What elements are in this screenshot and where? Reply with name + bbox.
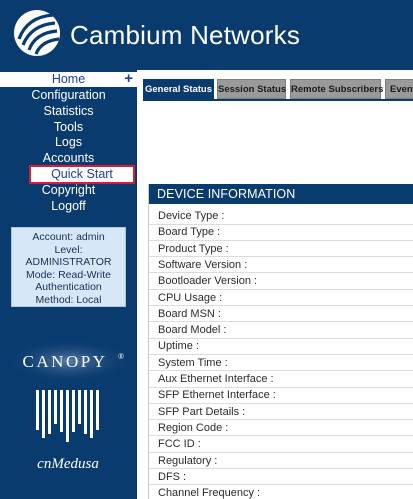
device-info-row: Regulatory : <box>149 453 413 469</box>
device-info-row: FCC ID : <box>149 436 413 453</box>
device-info-row: Product Type : <box>149 241 413 258</box>
canopy-logo: CANOPY ® <box>5 339 133 383</box>
device-info-row: DFS : <box>149 469 413 486</box>
top-banner: Cambium Networks <box>0 0 413 70</box>
sidebar-item-statistics[interactable]: Statistics <box>0 104 137 119</box>
account-level: ADMINISTRATOR <box>25 256 112 268</box>
canopy-wordmark: CANOPY <box>23 352 108 371</box>
sidebar-item-logs[interactable]: Logs <box>0 135 137 150</box>
device-info-row: CPU Usage : <box>149 290 413 306</box>
sidebar-item-configuration[interactable]: Configuration <box>0 88 137 103</box>
device-info-row: Aux Ethernet Interface : <box>149 371 413 388</box>
tab-general-status[interactable]: General Status <box>143 79 214 99</box>
device-info-row: Software Version : <box>149 257 413 274</box>
account-method: Method: Local <box>35 293 102 306</box>
tab-event[interactable]: Event <box>385 79 413 99</box>
cnmedusa-logo: cnMedusa <box>36 390 99 472</box>
device-info-row: Board Model : <box>149 322 413 339</box>
device-information-header: DEVICE INFORMATION <box>149 184 413 204</box>
device-info-row: Board Type : <box>149 224 413 241</box>
sidebar-item-accounts[interactable]: Accounts <box>0 151 137 166</box>
tab-remote-subscribers[interactable]: Remote Subscribers <box>290 79 383 99</box>
canopy-registered-mark: ® <box>118 352 124 361</box>
device-info-row: Region Code : <box>149 420 413 437</box>
sidebar-item-tools[interactable]: Tools <box>0 120 137 135</box>
device-info-row: SFP Part Details : <box>149 404 413 421</box>
cambium-wave-logo-icon <box>14 10 60 56</box>
tab-underline <box>143 99 413 101</box>
device-information-panel: DEVICE INFORMATION Device Type : Board Ty… <box>148 184 413 499</box>
account-auth-label: Authentication <box>35 281 102 293</box>
device-info-row: Board MSN : <box>149 306 413 323</box>
cnmedusa-bars-icon <box>36 390 99 442</box>
sidebar-nav: Home + Configuration Statistics Tools Lo… <box>0 70 137 499</box>
device-info-row: SFP Ethernet Interface : <box>149 387 413 404</box>
device-info-row: Bootloader Version : <box>149 273 413 290</box>
tab-session-status[interactable]: Session Status <box>217 79 286 99</box>
device-info-row: Channel Frequency : <box>149 485 413 499</box>
device-info-row: Uptime : <box>149 338 413 355</box>
device-info-row: Device Type : <box>149 208 413 225</box>
device-info-row: System Time : <box>149 355 413 372</box>
sidebar-item-label: Home <box>51 72 86 86</box>
account-level-label: Level: <box>54 243 83 256</box>
brand-title: Cambium Networks <box>70 20 301 50</box>
sidebar-item-logoff[interactable]: Logoff <box>0 199 137 214</box>
sidebar-item-home[interactable]: Home + <box>0 71 137 87</box>
account-info-panel: Account: admin Level: ADMINISTRATOR Mode… <box>11 227 126 307</box>
plus-icon[interactable]: + <box>124 71 133 86</box>
account-user: Account: admin <box>32 231 105 243</box>
sidebar-item-label: Quick Start <box>51 167 113 181</box>
cnmedusa-wordmark: cnMedusa <box>37 456 99 472</box>
sidebar-item-quick-start[interactable]: Quick Start <box>29 165 135 184</box>
sidebar-item-copyright[interactable]: Copyright <box>0 183 137 198</box>
account-mode: Mode: Read-Write <box>25 268 111 281</box>
